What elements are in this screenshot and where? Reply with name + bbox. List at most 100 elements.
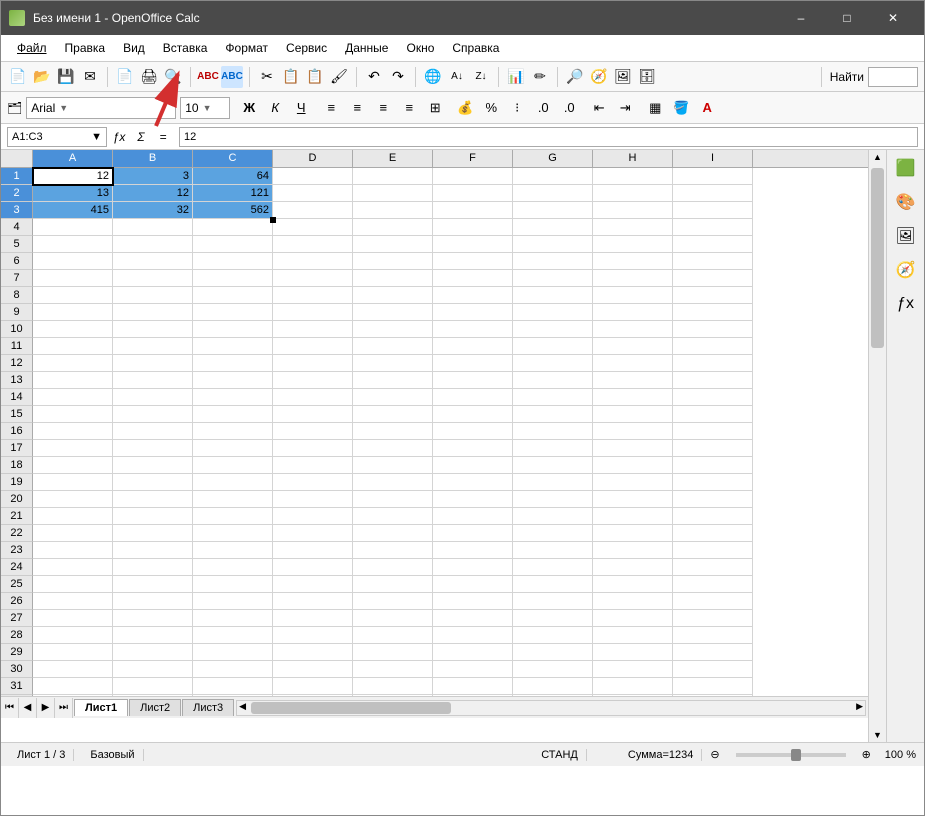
row-header-9[interactable]: 9 [1, 304, 33, 321]
zoom-slider[interactable] [736, 753, 846, 757]
cell-B11[interactable] [113, 338, 193, 355]
sheet-nav-next-icon[interactable]: ▶ [37, 698, 55, 718]
menu-data[interactable]: Данные [337, 39, 396, 57]
cell-B19[interactable] [113, 474, 193, 491]
cell-E31[interactable] [353, 678, 433, 695]
datasources-icon[interactable]: 🗄 [636, 66, 658, 88]
cell-A3[interactable]: 415 [33, 202, 113, 219]
cell-B28[interactable] [113, 627, 193, 644]
cell-I25[interactable] [673, 576, 753, 593]
row-header-7[interactable]: 7 [1, 270, 33, 287]
cell-D21[interactable] [273, 508, 353, 525]
cell-G19[interactable] [513, 474, 593, 491]
cell-F17[interactable] [433, 440, 513, 457]
font-name-combo[interactable]: Arial▼ [26, 97, 176, 119]
cell-I5[interactable] [673, 236, 753, 253]
cell-I11[interactable] [673, 338, 753, 355]
col-header-C[interactable]: C [193, 150, 273, 167]
row-header-28[interactable]: 28 [1, 627, 33, 644]
cell-G17[interactable] [513, 440, 593, 457]
cell-C8[interactable] [193, 287, 273, 304]
cell-I27[interactable] [673, 610, 753, 627]
cell-A4[interactable] [33, 219, 113, 236]
function-wizard-icon[interactable]: ƒx [109, 127, 129, 147]
cell-D20[interactable] [273, 491, 353, 508]
cell-H12[interactable] [593, 355, 673, 372]
cell-E16[interactable] [353, 423, 433, 440]
cell-H16[interactable] [593, 423, 673, 440]
cell-A5[interactable] [33, 236, 113, 253]
row-header-30[interactable]: 30 [1, 661, 33, 678]
cell-G14[interactable] [513, 389, 593, 406]
cell-G30[interactable] [513, 661, 593, 678]
cell-C10[interactable] [193, 321, 273, 338]
cell-D18[interactable] [273, 457, 353, 474]
cell-A9[interactable] [33, 304, 113, 321]
cell-I20[interactable] [673, 491, 753, 508]
cell-F19[interactable] [433, 474, 513, 491]
font-size-combo[interactable]: 10▼ [180, 97, 230, 119]
cell-I31[interactable] [673, 678, 753, 695]
cell-G13[interactable] [513, 372, 593, 389]
cell-F14[interactable] [433, 389, 513, 406]
cell-I8[interactable] [673, 287, 753, 304]
cell-I19[interactable] [673, 474, 753, 491]
copy-icon[interactable]: 📋 [280, 66, 302, 88]
row-header-19[interactable]: 19 [1, 474, 33, 491]
cell-D12[interactable] [273, 355, 353, 372]
cell-C7[interactable] [193, 270, 273, 287]
cell-E24[interactable] [353, 559, 433, 576]
cell-H7[interactable] [593, 270, 673, 287]
sort-desc-icon[interactable]: Z↓ [470, 66, 492, 88]
cell-I17[interactable] [673, 440, 753, 457]
cell-F11[interactable] [433, 338, 513, 355]
cell-E2[interactable] [353, 185, 433, 202]
cell-C5[interactable] [193, 236, 273, 253]
cell-H29[interactable] [593, 644, 673, 661]
row-header-3[interactable]: 3 [1, 202, 33, 219]
cell-C13[interactable] [193, 372, 273, 389]
cell-H24[interactable] [593, 559, 673, 576]
row-header-18[interactable]: 18 [1, 457, 33, 474]
col-header-G[interactable]: G [513, 150, 593, 167]
cell-E4[interactable] [353, 219, 433, 236]
menu-window[interactable]: Окно [398, 39, 442, 57]
find-input[interactable] [868, 67, 918, 87]
cell-I4[interactable] [673, 219, 753, 236]
cell-H8[interactable] [593, 287, 673, 304]
cell-G4[interactable] [513, 219, 593, 236]
close-button[interactable]: ✕ [870, 1, 916, 35]
cell-F7[interactable] [433, 270, 513, 287]
cell-C17[interactable] [193, 440, 273, 457]
row-header-31[interactable]: 31 [1, 678, 33, 695]
cell-C19[interactable] [193, 474, 273, 491]
cell-E3[interactable] [353, 202, 433, 219]
cell-A17[interactable] [33, 440, 113, 457]
cell-H27[interactable] [593, 610, 673, 627]
cell-C12[interactable] [193, 355, 273, 372]
maximize-button[interactable]: □ [824, 1, 870, 35]
cell-I15[interactable] [673, 406, 753, 423]
cell-F16[interactable] [433, 423, 513, 440]
cell-A24[interactable] [33, 559, 113, 576]
cell-G2[interactable] [513, 185, 593, 202]
cell-E11[interactable] [353, 338, 433, 355]
cell-C26[interactable] [193, 593, 273, 610]
sidebar-properties-icon[interactable]: 🟩 [894, 156, 918, 180]
cell-D14[interactable] [273, 389, 353, 406]
col-header-B[interactable]: B [113, 150, 193, 167]
cell-D6[interactable] [273, 253, 353, 270]
cell-H30[interactable] [593, 661, 673, 678]
status-sum[interactable]: Сумма=1234 [620, 749, 702, 761]
cell-H11[interactable] [593, 338, 673, 355]
cell-B29[interactable] [113, 644, 193, 661]
cell-D23[interactable] [273, 542, 353, 559]
menu-format[interactable]: Формат [217, 39, 276, 57]
row-header-13[interactable]: 13 [1, 372, 33, 389]
align-right-icon[interactable]: ≡ [372, 97, 394, 119]
cell-H23[interactable] [593, 542, 673, 559]
cell-D24[interactable] [273, 559, 353, 576]
cell-H17[interactable] [593, 440, 673, 457]
cell-G6[interactable] [513, 253, 593, 270]
cell-H4[interactable] [593, 219, 673, 236]
